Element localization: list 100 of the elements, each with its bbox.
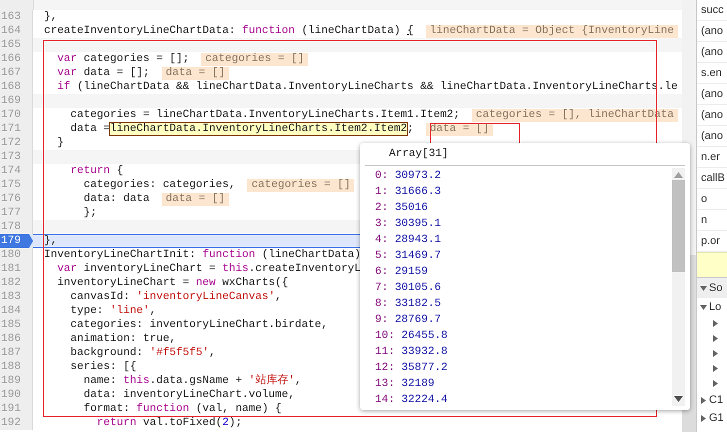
call-stack-item[interactable]: (ano [697, 21, 727, 42]
code-line: var categories = []; [56, 52, 190, 66]
scope-label[interactable]: C1 [709, 391, 724, 409]
line-number[interactable]: 167 [0, 66, 33, 80]
code-line: categories: inventoryLineChart.birdate, [69, 318, 328, 332]
scroll-down-icon [674, 396, 683, 402]
inline-value: data = [] [162, 66, 230, 80]
line-number[interactable]: 171 [0, 122, 33, 136]
line-number[interactable]: 172 [0, 136, 33, 150]
call-stack-item[interactable]: n.er [697, 147, 727, 168]
line-number[interactable]: 176 [0, 192, 33, 206]
code-line: type: 'line', [69, 304, 156, 318]
line-number[interactable]: 168 [0, 80, 33, 94]
call-stack-item[interactable]: callB [697, 168, 727, 189]
code-line: createInventoryLineChartData: function (lineChartData) { [44, 24, 414, 38]
code-line: InventoryLineChartInit: function (lineChartData) [44, 248, 361, 262]
line-number[interactable]: 188 [0, 360, 33, 374]
call-stack-item[interactable]: (ano [697, 126, 727, 147]
code-line: var inventoryLineChart = this.createInventoryL [56, 262, 361, 276]
code-line: data: data [82, 192, 150, 206]
code-line: data: inventoryLineChart.volume, [82, 388, 295, 402]
array-entry: 0: 30973.2 [375, 169, 442, 184]
code-line: format: function (val, name) { [82, 402, 282, 416]
line-number[interactable]: 180 [0, 248, 33, 262]
code-line: canvasId: 'inventoryLineCanvas', [69, 290, 282, 304]
array-entry: 11: 33932.8 [375, 345, 449, 360]
line-number[interactable]: 173 [0, 150, 33, 164]
code-line: }, [44, 10, 58, 24]
code-line: categories = lineChartData.InventoryLineCharts.Item1.Item2; [69, 108, 460, 122]
expand-arrow-icon[interactable] [700, 414, 707, 422]
line-number[interactable]: 175 [0, 178, 33, 192]
call-stack-item[interactable]: n [697, 210, 727, 231]
line-number[interactable]: 182 [0, 276, 33, 290]
code-line: return { [69, 164, 124, 178]
expand-arrow-icon[interactable] [712, 365, 719, 372]
inline-value: categories = [] [201, 52, 308, 66]
expand-arrow-icon[interactable] [712, 350, 719, 357]
code-line: background: '#f5f5f5', [69, 346, 216, 360]
array-entry: 13: 32189 [375, 377, 436, 392]
code-line: }, [44, 234, 58, 248]
scope-label[interactable]: G1 [709, 409, 724, 427]
line-number[interactable]: 177 [0, 206, 33, 220]
scroll-up-icon [674, 172, 683, 178]
line-number[interactable]: 185 [0, 318, 33, 332]
line-number[interactable]: 169 [0, 94, 33, 108]
line-number[interactable]: 183 [0, 290, 33, 304]
code-line: return val.toFixed(2); [96, 416, 242, 430]
array-entry: 5: 31469.7 [375, 249, 442, 264]
array-entry: 12: 35877.2 [375, 361, 449, 376]
line-number[interactable]: 174 [0, 164, 33, 178]
code-line: inventoryLineChart = new wxCharts({ [56, 276, 288, 290]
line-number[interactable]: 165 [0, 38, 33, 52]
line-number[interactable]: 178 [0, 220, 33, 234]
line-number[interactable]: 190 [0, 388, 33, 402]
inline-value: categories = [] [247, 178, 354, 192]
expand-arrow-icon[interactable] [700, 396, 707, 404]
line-number[interactable]: 181 [0, 262, 33, 276]
array-entry: 4: 28943.1 [375, 233, 442, 248]
expand-arrow-icon[interactable] [712, 380, 719, 387]
call-stack-item[interactable]: s.en [697, 63, 727, 84]
line-number[interactable]: 191 [0, 402, 33, 416]
code-line: var data = []; [56, 66, 150, 80]
line-number[interactable]: 163 [0, 10, 33, 24]
line-number[interactable]: 186 [0, 332, 33, 346]
array-entry: 14: 32224.4 [375, 393, 449, 408]
line-number[interactable]: 189 [0, 374, 33, 388]
scope-label[interactable]: Lo [709, 298, 722, 316]
line-number[interactable]: 192 [0, 416, 33, 430]
collapse-arrow-icon[interactable] [700, 284, 707, 292]
popup-scrollbar[interactable] [672, 168, 685, 406]
expand-arrow-icon[interactable] [712, 320, 719, 327]
code-line: series: [{ [69, 360, 136, 374]
breakpoint-line-number[interactable]: 179 [0, 234, 33, 248]
line-number[interactable]: 166 [0, 52, 33, 66]
popup-title: Array[31] [365, 143, 685, 166]
line-number[interactable]: 187 [0, 346, 33, 360]
line-number[interactable]: 170 [0, 108, 33, 122]
code-line: categories: categories, [82, 178, 236, 192]
paused-banner [697, 252, 727, 277]
call-stack-item[interactable]: (ano [697, 84, 727, 105]
code-line: animation: true, [69, 332, 176, 346]
call-stack-item[interactable]: o [697, 189, 727, 210]
code-line: name: this.data.gsName + '站库存', [82, 374, 302, 388]
call-stack-item[interactable]: succ [697, 0, 727, 21]
expand-arrow-icon[interactable] [712, 335, 719, 342]
collapse-arrow-icon[interactable] [700, 304, 707, 310]
array-entry: 9: 28769.7 [375, 313, 442, 328]
code-line: }; [82, 206, 97, 220]
array-entry: 6: 29159 [375, 265, 429, 280]
inline-value: lineChartData = Object {InventoryLine [426, 24, 678, 38]
call-stack-item[interactable]: (ano [697, 105, 727, 126]
array-entry: 1: 31666.3 [375, 185, 442, 200]
array-entry: 2: 35016 [375, 201, 429, 216]
line-number[interactable]: 184 [0, 304, 33, 318]
scroll-thumb[interactable] [672, 180, 685, 272]
call-stack-item[interactable]: (ano [697, 42, 727, 63]
line-number[interactable]: 164 [0, 24, 33, 38]
code-line: } [56, 136, 64, 150]
array-entry: 8: 33182.5 [375, 297, 442, 312]
array-entry: 3: 30395.1 [375, 217, 442, 232]
